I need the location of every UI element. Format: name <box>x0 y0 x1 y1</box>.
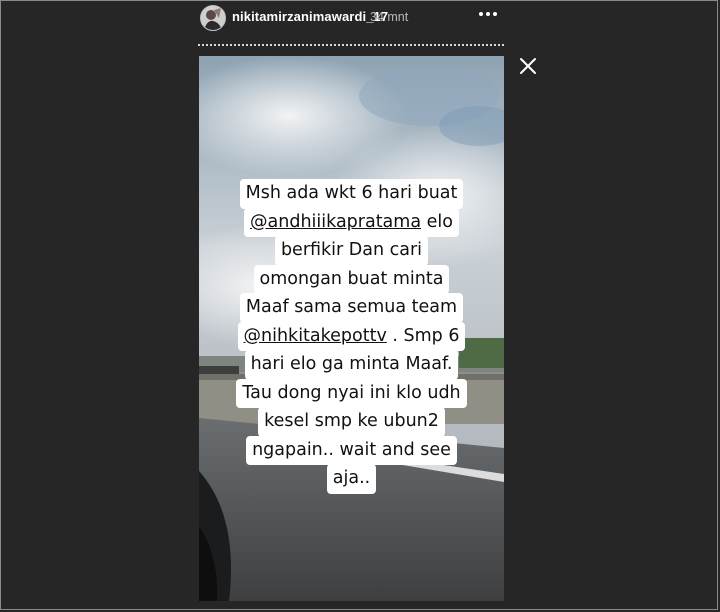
caption-text: Maaf sama semua team <box>245 297 458 317</box>
close-icon <box>520 58 536 74</box>
more-dot-icon <box>493 12 497 16</box>
avatar-image <box>201 6 225 30</box>
caption-line: kesel smp ke ubun2 <box>258 407 445 437</box>
caption-text: Msh ada wkt 6 hari buat <box>245 183 458 203</box>
more-dot-icon <box>486 12 490 16</box>
mention-link[interactable]: @andhiiikapratama <box>250 212 421 232</box>
caption-text: omongan buat minta <box>259 268 444 289</box>
story-caption: Msh ada wkt 6 hari buat @andhiiikapratam… <box>199 179 504 494</box>
caption-line: Maaf sama semua team <box>239 293 464 323</box>
caption-line: berfikir Dan cari <box>274 236 429 266</box>
caption-text: Tau dong nyai ini klo udh <box>242 382 461 403</box>
caption-line: hari elo ga minta Maaf. <box>244 350 459 380</box>
user-avatar[interactable] <box>200 5 226 31</box>
story-timestamp: 34 mnt <box>370 10 409 24</box>
caption-text: ngapain.. wait and see <box>252 439 451 460</box>
story-header: nikitamirzanimawardi_17 34 mnt <box>198 0 504 56</box>
story-progress-bar <box>198 44 504 46</box>
username-link[interactable]: nikitamirzanimawardi_17 <box>232 9 388 24</box>
caption-line: Msh ada wkt 6 hari buat <box>239 179 464 209</box>
caption-text: . Smp 6 <box>386 325 460 346</box>
caption-line: omongan buat minta <box>253 264 450 294</box>
caption-text: kesel smp ke ubun2 <box>264 411 439 431</box>
caption-line: ngapain.. wait and see <box>246 435 457 465</box>
caption-text: aja.. <box>332 468 371 488</box>
caption-text: hari elo ga minta Maaf. <box>250 354 453 374</box>
caption-text: berfikir Dan cari <box>280 240 423 260</box>
caption-line: aja.. <box>326 464 377 494</box>
caption-text: elo <box>421 211 453 232</box>
more-options-button[interactable] <box>478 4 498 24</box>
mention-link[interactable]: @nihkitakepottv <box>244 326 387 346</box>
story-media[interactable]: Msh ada wkt 6 hari buat @andhiiikapratam… <box>199 56 504 601</box>
caption-line: @nihkitakepottv . Smp 6 <box>237 321 466 351</box>
caption-line: Tau dong nyai ini klo udh <box>236 378 467 408</box>
close-button[interactable] <box>517 55 539 77</box>
caption-line: @andhiiikapratama elo <box>244 207 459 237</box>
more-dot-icon <box>479 12 483 16</box>
